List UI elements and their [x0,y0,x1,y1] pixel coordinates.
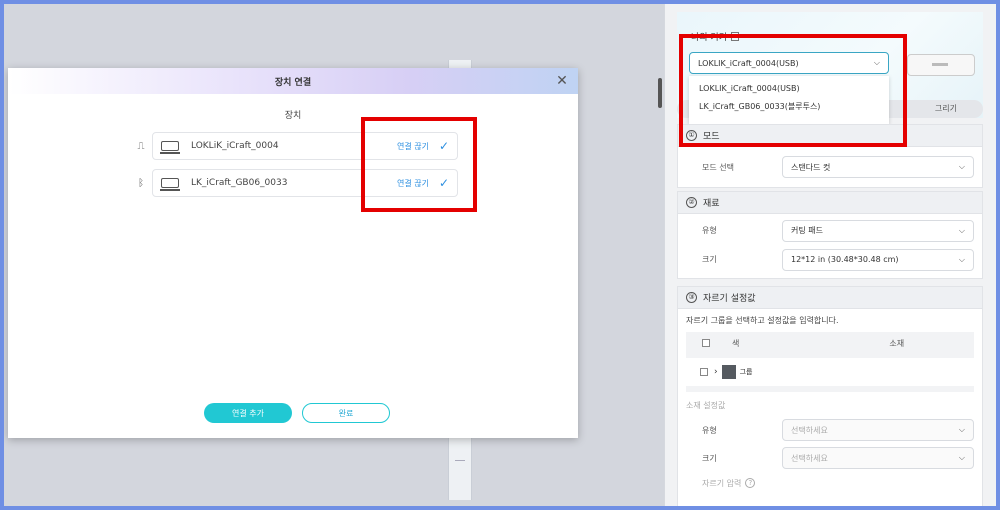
scrollbar[interactable] [658,78,662,108]
chevron-right-icon[interactable]: › [714,367,718,377]
select-all-checkbox[interactable] [702,339,710,347]
done-button[interactable]: 완료 [302,403,390,423]
machine-icon [160,141,180,154]
info-icon[interactable]: ? [745,478,756,488]
cut-type-select[interactable]: 선택하세요 ⌵ [782,419,974,441]
dialog-header: 장치 연결 ✕ [8,68,578,94]
pressure-label: 자르기 압력 [702,478,742,488]
mode-select[interactable]: 스탠다드 컷 ⌵ [782,156,974,178]
cut-settings-description: 자르기 그룹을 선택하고 설정값을 입력합니다. [686,316,839,325]
chevron-down-icon: ⌵ [958,425,965,434]
app-window: 장치 연결 ✕ 장치 ⎍ LOKLiK_iCraft_0004 연결 끊기 ✓ … [4,4,996,506]
section-header: ③ 자르기 설정값 [678,287,982,309]
type-label: 유형 [702,226,717,235]
bluetooth-icon: ᛒ [138,177,144,189]
cut-settings-section: ③ 자르기 설정값 자르기 그룹을 선택하고 설정값을 입력합니다. 색 소재 ›… [677,286,983,506]
material-settings-label: 소재 설정값 [686,401,726,410]
group-color-swatch [721,365,736,379]
chevron-down-icon: ⌵ [958,225,965,235]
usb-icon: ⎍ [137,140,145,152]
highlight-box [679,34,907,147]
size-label: 크기 [702,453,717,463]
section-header: ② 재료 [678,192,982,214]
col-material: 소재 [889,338,905,348]
chevron-down-icon: ⌵ [958,162,965,171]
group-label: 그룹 [739,368,753,376]
cutting-machine-image [907,54,975,76]
machine-icon [160,178,180,191]
material-section: ② 재료 유형 커팅 패드 ⌵ 크기 12*12 in (30.48*30.48 c… [677,191,983,279]
highlight-box [361,117,477,212]
dialog-title: 장치 연결 [274,77,312,88]
tab-draw[interactable]: 그리기 [935,103,957,114]
group-checkbox[interactable] [700,368,708,376]
mode-label: 모드 선택 [702,162,734,172]
chevron-down-icon: ⌵ [958,453,965,462]
type-label: 유형 [702,425,717,435]
add-connection-button[interactable]: 연결 추가 [204,403,292,423]
col-color: 색 [732,338,740,348]
material-type-select[interactable]: 커팅 패드 ⌵ [782,219,974,242]
dialog-subtitle: 장치 [284,111,302,121]
device-connection-dialog: 장치 연결 ✕ 장치 ⎍ LOKLiK_iCraft_0004 연결 끊기 ✓ … [8,68,578,438]
chevron-down-icon: ⌵ [958,254,965,264]
material-size-select[interactable]: 12*12 in (30.48*30.48 cm) ⌵ [782,248,974,271]
close-icon[interactable]: ✕ [554,73,570,89]
cut-size-select[interactable]: 선택하세요 ⌵ [782,447,974,469]
group-table: 색 소재 › 그룹 [686,332,974,392]
size-label: 크기 [702,255,717,264]
group-row[interactable]: › 그룹 [686,358,974,386]
